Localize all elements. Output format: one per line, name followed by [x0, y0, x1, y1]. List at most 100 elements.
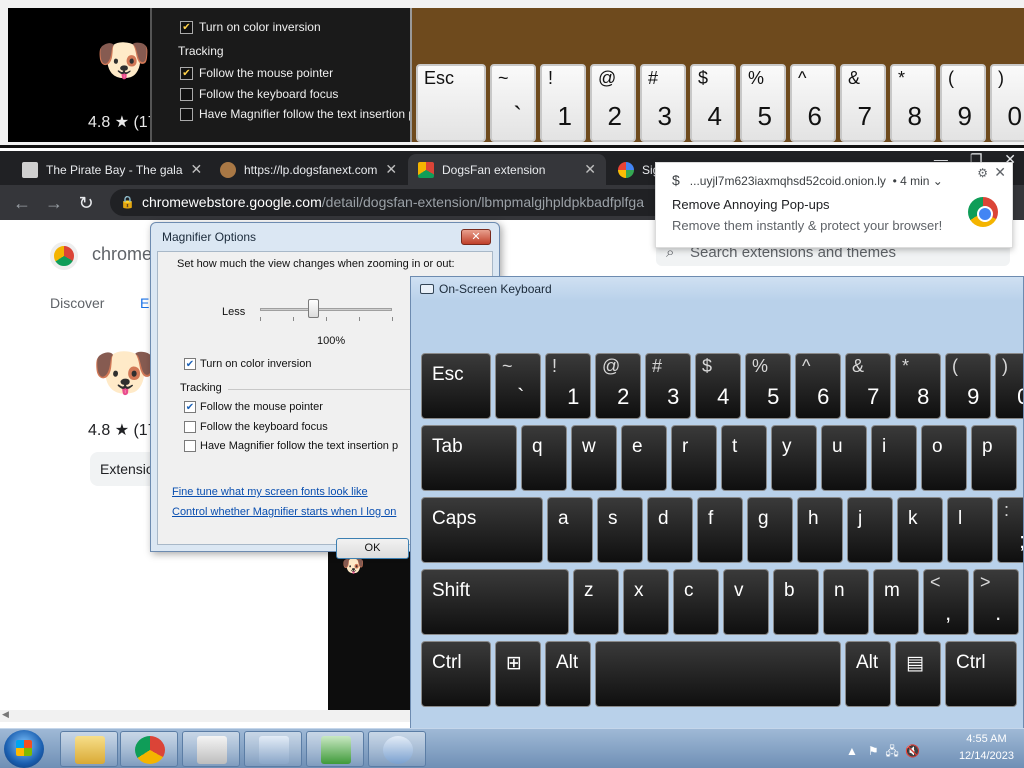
osk-key[interactable]: >. — [973, 569, 1019, 635]
osk-key[interactable]: e — [621, 425, 667, 491]
osk-key[interactable]: Alt — [845, 641, 891, 707]
osk-key[interactable]: (9 — [945, 353, 991, 419]
zoom-slider-thumb[interactable] — [307, 299, 319, 318]
osk-key[interactable]: % 5 — [745, 353, 791, 419]
zoom-slider-track[interactable] — [260, 308, 392, 311]
osk-key[interactable]: p — [971, 425, 1017, 491]
osk-key[interactable]: m — [873, 569, 919, 635]
taskbar-explorer[interactable] — [60, 731, 118, 767]
osk-key[interactable]: s — [597, 497, 643, 563]
close-icon[interactable]: ✕ — [994, 164, 1006, 181]
start-button[interactable] — [4, 730, 44, 768]
tab-pirate-bay[interactable]: The Pirate Bay - The gala ✕ — [12, 154, 208, 185]
osk-key[interactable]: r — [671, 425, 717, 491]
osk-key[interactable]: n — [823, 569, 869, 635]
taskbar-osk[interactable] — [244, 731, 302, 767]
magnified-key: % 5 — [740, 64, 786, 142]
osk-key[interactable]: Esc — [421, 353, 491, 419]
osk-key[interactable]: i — [871, 425, 917, 491]
close-icon[interactable]: ✕ — [191, 161, 203, 178]
osk-key[interactable]: g — [747, 497, 793, 563]
network-icon[interactable]: 🖧 — [885, 744, 898, 758]
osk-key[interactable]: t — [721, 425, 767, 491]
follow-mouse-checkbox[interactable]: ✔ — [184, 401, 196, 413]
follow-mouse-option[interactable]: ✔ Follow the mouse pointer — [184, 401, 323, 413]
nav-extensions[interactable]: E — [140, 295, 149, 311]
osk-key[interactable]: w — [571, 425, 617, 491]
taskbar-chrome[interactable] — [120, 731, 178, 767]
osk-key[interactable]: :; — [997, 497, 1023, 563]
nav-discover[interactable]: Discover — [50, 295, 104, 311]
osk-key[interactable]: d — [647, 497, 693, 563]
taskbar-magnifier[interactable] — [368, 731, 426, 767]
osk-key[interactable]: ▤ — [895, 641, 941, 707]
follow-keyboard-option[interactable]: Follow the keyboard focus — [184, 421, 328, 433]
color-inversion-checkbox[interactable]: ✔ — [184, 358, 196, 370]
taskbar-download[interactable] — [306, 731, 364, 767]
clock-time: 4:55 AM — [966, 733, 1007, 745]
osk-key[interactable]: h — [797, 497, 843, 563]
clock[interactable]: 4:55 AM 12/14/2023 — [959, 731, 1014, 765]
follow-text-checkbox[interactable] — [184, 440, 196, 452]
volume-muted-icon[interactable]: 🔇 — [905, 744, 920, 758]
osk-key[interactable]: Alt — [545, 641, 591, 707]
osk-key[interactable]: Caps — [421, 497, 543, 563]
osk-key[interactable]: & 7 — [845, 353, 891, 419]
osk-key[interactable]: <, — [923, 569, 969, 635]
osk-key[interactable]: #3 — [645, 353, 691, 419]
osk-key[interactable]: $4 — [695, 353, 741, 419]
osk-key[interactable]: a — [547, 497, 593, 563]
osk-key[interactable]: o — [921, 425, 967, 491]
osk-key[interactable]: j — [847, 497, 893, 563]
osk-key[interactable]: u — [821, 425, 867, 491]
ok-button[interactable]: OK — [336, 538, 409, 559]
osk-key[interactable]: q — [521, 425, 567, 491]
reload-icon[interactable]: ↻ — [74, 191, 98, 215]
tab-google[interactable]: Sig — [608, 154, 656, 185]
follow-text-option[interactable]: Have Magnifier follow the text insertion… — [184, 440, 398, 452]
tab-dogsfan-extension[interactable]: DogsFan extension ✕ — [408, 154, 606, 185]
dialog-close-button[interactable]: ✕ — [461, 229, 491, 245]
close-icon[interactable]: ✕ — [385, 161, 397, 178]
fine-tune-fonts-link[interactable]: Fine tune what my screen fonts look like — [172, 486, 368, 498]
tab-label: Sig — [642, 162, 656, 177]
gear-icon[interactable]: ⚙ — [977, 166, 988, 180]
close-icon[interactable]: ✕ — [584, 161, 596, 178]
osk-key[interactable]: )0 — [995, 353, 1023, 419]
osk-key[interactable]: x — [623, 569, 669, 635]
osk-key[interactable]: v — [723, 569, 769, 635]
osk-key[interactable] — [595, 641, 841, 707]
follow-keyboard-checkbox[interactable] — [184, 421, 196, 433]
mag-option-label: Follow the mouse pointer — [199, 66, 334, 80]
osk-key[interactable]: Ctrl — [421, 641, 491, 707]
osk-key[interactable]: ^ 6 — [795, 353, 841, 419]
tab-dogsfanext[interactable]: https://lp.dogsfanext.com ✕ — [210, 154, 406, 185]
osk-key[interactable]: c — [673, 569, 719, 635]
osk-key[interactable]: z — [573, 569, 619, 635]
color-inversion-option[interactable]: ✔ Turn on color inversion — [184, 358, 311, 370]
magnifier-startup-link[interactable]: Control whether Magnifier starts when I … — [172, 506, 396, 518]
forward-icon[interactable]: → — [42, 191, 66, 215]
taskbar-media[interactable] — [182, 731, 240, 767]
address-bar[interactable]: 🔒 chromewebstore.google.com/detail/dogsf… — [110, 189, 670, 216]
osk-key[interactable]: * 8 — [895, 353, 941, 419]
osk-key[interactable]: f — [697, 497, 743, 563]
popup-notification[interactable]: $ ...uyjl7m623iaxmqhsd52coid.onion.ly • 4… — [655, 162, 1013, 248]
action-center-icon[interactable]: ⚑ — [868, 744, 879, 758]
lock-icon: 🔒 — [120, 195, 135, 209]
osk-key[interactable]: Tab — [421, 425, 517, 491]
osk-key[interactable]: l — [947, 497, 993, 563]
osk-key[interactable]: b — [773, 569, 819, 635]
horizontal-scrollbar[interactable]: ◀ — [0, 709, 410, 722]
back-icon[interactable]: ← — [10, 191, 34, 215]
osk-key[interactable]: k — [897, 497, 943, 563]
osk-key[interactable]: Ctrl — [945, 641, 1017, 707]
osk-key[interactable]: ! 1 — [545, 353, 591, 419]
osk-key[interactable]: y — [771, 425, 817, 491]
osk-key[interactable]: ⊞ — [495, 641, 541, 707]
osk-key[interactable]: ~ ` — [495, 353, 541, 419]
osk-key[interactable]: @2 — [595, 353, 641, 419]
osk-key[interactable]: Shift — [421, 569, 569, 635]
show-hidden-icons[interactable]: ▲ — [846, 744, 858, 758]
scroll-left-icon[interactable]: ◀ — [2, 709, 9, 720]
